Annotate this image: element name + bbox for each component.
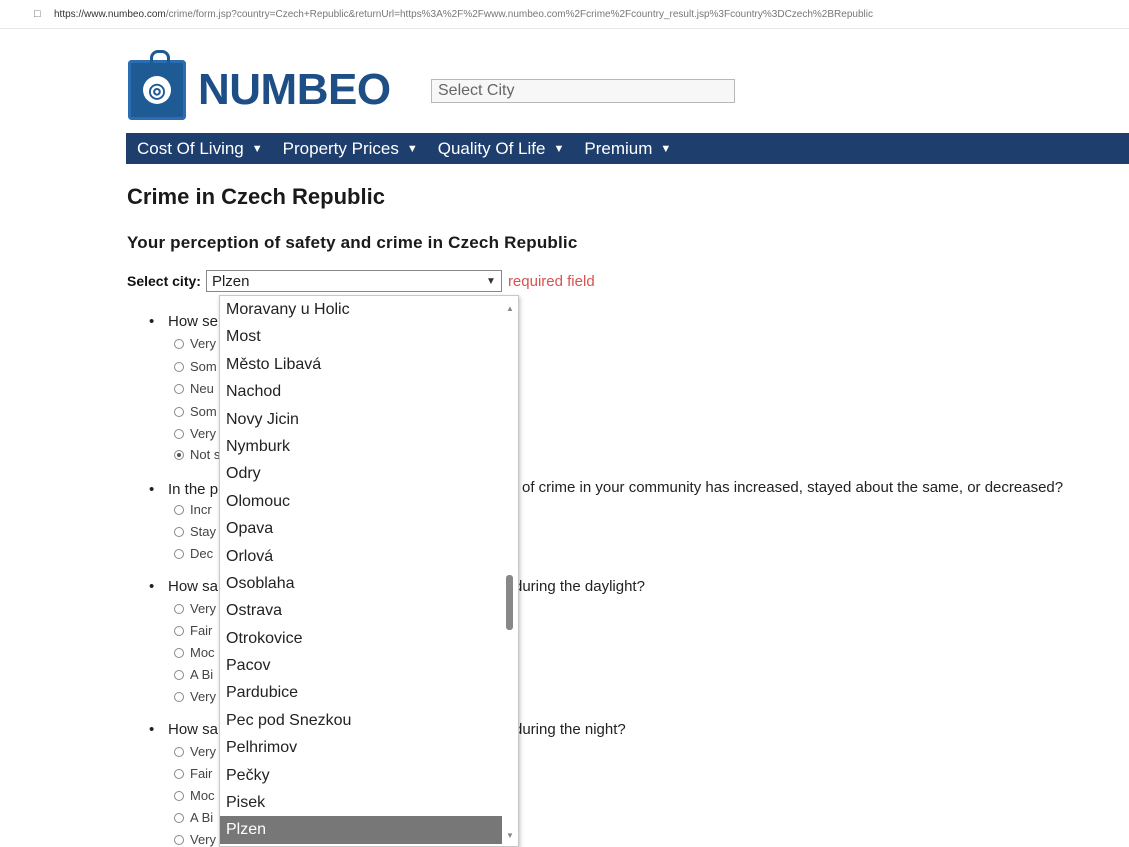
- q3-option[interactable]: Very: [174, 601, 216, 616]
- q4-option[interactable]: Very: [174, 744, 216, 759]
- dropdown-option[interactable]: Nachod: [220, 378, 502, 405]
- nav-cost-of-living[interactable]: Cost Of Living ▼: [137, 139, 263, 159]
- main-nav: Cost Of Living ▼ Property Prices ▼ Quality…: [126, 133, 1129, 164]
- q1-option[interactable]: Very: [174, 426, 216, 441]
- radio-button[interactable]: [174, 603, 184, 614]
- caret-down-icon: ▼: [251, 142, 263, 155]
- scrollbar-thumb[interactable]: [506, 575, 513, 630]
- caret-down-icon: ▼: [406, 142, 418, 155]
- q3-option[interactable]: Very: [174, 689, 216, 704]
- q4-option[interactable]: Fair: [174, 766, 212, 781]
- dropdown-scrollbar[interactable]: ▲ ▼: [502, 296, 518, 846]
- radio-button[interactable]: [174, 790, 184, 801]
- dropdown-option[interactable]: Pisek: [220, 789, 502, 816]
- nav-quality-of-life[interactable]: Quality Of Life ▼: [438, 139, 565, 159]
- dropdown-option[interactable]: Osoblaha: [220, 570, 502, 597]
- address-bar[interactable]: □ https://www.numbeo.com/crime/form.jsp?…: [0, 0, 1129, 29]
- q3-option[interactable]: Moc: [174, 645, 215, 660]
- q1-option[interactable]: Very: [174, 336, 216, 351]
- radio-button[interactable]: [174, 834, 184, 845]
- dropdown-option[interactable]: Orlová: [220, 543, 502, 570]
- dropdown-option[interactable]: Pečky: [220, 762, 502, 789]
- city-select-value: Plzen: [211, 272, 250, 290]
- q1-option[interactable]: Som: [174, 359, 217, 374]
- city-select[interactable]: Plzen ▼: [205, 270, 502, 292]
- dropdown-option[interactable]: Pardubice: [220, 679, 502, 706]
- q4-option[interactable]: A Bi: [174, 810, 213, 825]
- dropdown-option[interactable]: Pacov: [220, 652, 502, 679]
- q1-option[interactable]: Som: [174, 404, 217, 419]
- url-text: https://www.numbeo.com/crime/form.jsp?co…: [54, 8, 873, 20]
- dropdown-option[interactable]: Město Libavá: [220, 351, 502, 378]
- dropdown-option[interactable]: Nymburk: [220, 433, 502, 460]
- radio-button[interactable]: [174, 428, 184, 439]
- radio-button[interactable]: [174, 406, 184, 417]
- radio-button-checked[interactable]: [174, 449, 184, 460]
- numbeo-logo[interactable]: ◎ NUMBEO: [128, 50, 391, 120]
- caret-down-icon: ▼: [660, 142, 672, 155]
- question-3-text-left: How sa: [168, 578, 219, 595]
- question-2-text-left: In the p: [168, 481, 219, 498]
- radio-button[interactable]: [174, 669, 184, 680]
- dropdown-option-selected[interactable]: Plzen: [220, 816, 502, 844]
- radio-button[interactable]: [174, 338, 184, 349]
- q4-option[interactable]: Moc: [174, 788, 215, 803]
- page-title: Crime in Czech Republic: [127, 184, 385, 209]
- page-info-icon[interactable]: □: [34, 9, 44, 20]
- required-field-note: required field: [507, 272, 595, 290]
- globe-icon: ◎: [143, 76, 171, 104]
- nav-property-prices[interactable]: Property Prices ▼: [283, 139, 418, 159]
- page-subtitle: Your perception of safety and crime in C…: [127, 233, 578, 252]
- city-dropdown-list[interactable]: Moravany u Holic Most Město Libavá Nacho…: [219, 295, 519, 847]
- q3-option[interactable]: A Bi: [174, 667, 213, 682]
- dropdown-option[interactable]: Most: [220, 323, 502, 350]
- select-city-label: Select city:: [127, 273, 201, 289]
- question-4-text-left: How sa: [168, 721, 219, 738]
- q3-option[interactable]: Fair: [174, 623, 212, 638]
- dropdown-option[interactable]: Opava: [220, 515, 502, 542]
- radio-button[interactable]: [174, 526, 184, 537]
- dropdown-option[interactable]: Ostrava: [220, 597, 502, 624]
- scroll-up-icon[interactable]: ▲: [506, 304, 514, 313]
- select-city-row: Select city: Plzen ▼ required field: [127, 270, 595, 292]
- radio-button[interactable]: [174, 691, 184, 702]
- radio-button[interactable]: [174, 746, 184, 757]
- dropdown-option[interactable]: Pec pod Snezkou: [220, 707, 502, 734]
- dropdown-option[interactable]: Moravany u Holic: [220, 296, 502, 323]
- caret-down-icon: ▼: [553, 142, 565, 155]
- radio-button[interactable]: [174, 812, 184, 823]
- radio-button[interactable]: [174, 548, 184, 559]
- q1-option-selected[interactable]: Not s: [174, 447, 220, 462]
- chevron-down-icon: ▼: [486, 275, 496, 287]
- dropdown-options: Moravany u Holic Most Město Libavá Nacho…: [220, 296, 502, 844]
- dropdown-option[interactable]: Pelhrimov: [220, 734, 502, 761]
- radio-button[interactable]: [174, 361, 184, 372]
- q2-option[interactable]: Stay: [174, 524, 216, 539]
- logo-box-icon: ◎: [128, 50, 186, 120]
- dropdown-option[interactable]: Novy Jicin: [220, 406, 502, 433]
- question-1-text: How se: [168, 313, 219, 330]
- radio-button[interactable]: [174, 625, 184, 636]
- radio-button[interactable]: [174, 647, 184, 658]
- q2-option[interactable]: Incr: [174, 502, 212, 517]
- radio-button[interactable]: [174, 504, 184, 515]
- scroll-down-icon[interactable]: ▼: [506, 831, 514, 840]
- radio-button[interactable]: [174, 383, 184, 394]
- city-search-input[interactable]: [431, 79, 735, 103]
- logo-text: NUMBEO: [198, 65, 391, 114]
- dropdown-option[interactable]: Odry: [220, 460, 502, 487]
- q2-option[interactable]: Dec: [174, 546, 213, 561]
- dropdown-option[interactable]: Olomouc: [220, 488, 502, 515]
- q1-option[interactable]: Neu: [174, 381, 214, 396]
- nav-premium[interactable]: Premium ▼: [584, 139, 671, 159]
- dropdown-option[interactable]: Otrokovice: [220, 625, 502, 652]
- radio-button[interactable]: [174, 768, 184, 779]
